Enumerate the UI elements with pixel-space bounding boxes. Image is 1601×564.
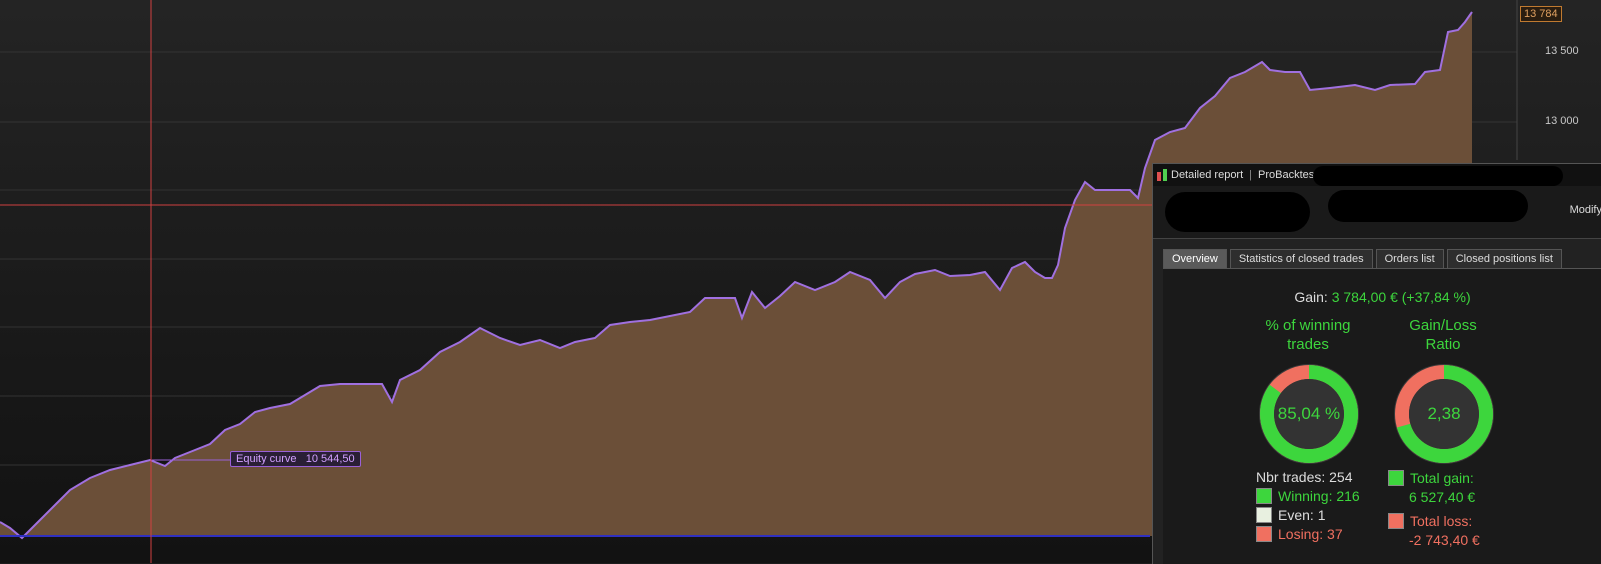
gain-line: Gain: 3 784,00 € (+37,84 %) bbox=[1163, 289, 1601, 305]
even-count: Even: 1 bbox=[1278, 507, 1326, 523]
redacted-area bbox=[1328, 190, 1528, 222]
modify-button[interactable]: Modify bbox=[1570, 204, 1601, 216]
title-separator: | bbox=[1249, 169, 1253, 181]
y-tick-label: 13 500 bbox=[1545, 45, 1579, 57]
winning-title-line: % of winning bbox=[1265, 317, 1351, 334]
ratio-title-line: Ratio bbox=[1425, 336, 1461, 353]
tab-statistics-closed-trades[interactable]: Statistics of closed trades bbox=[1229, 249, 1373, 270]
total-loss-row: Total loss: bbox=[1388, 513, 1472, 529]
gain-loss-ratio-value: 2,38 bbox=[1427, 404, 1461, 423]
total-loss-value: -2 743,40 € bbox=[1409, 532, 1480, 548]
winning-title-line: trades bbox=[1287, 336, 1329, 353]
winning-row: Winning: 216 bbox=[1256, 488, 1360, 504]
tab-overview[interactable]: Overview bbox=[1163, 249, 1227, 270]
losing-count: Losing: 37 bbox=[1278, 526, 1343, 542]
losing-row: Losing: 37 bbox=[1256, 526, 1343, 542]
tab-orders-list[interactable]: Orders list bbox=[1375, 249, 1444, 270]
gain-label: Gain: bbox=[1294, 289, 1328, 305]
nbr-trades: Nbr trades: 254 bbox=[1256, 469, 1353, 485]
green-square-icon bbox=[1256, 488, 1272, 504]
report-tabs: Overview Statistics of closed trades Ord… bbox=[1163, 249, 1562, 270]
tab-closed-positions-list[interactable]: Closed positions list bbox=[1446, 249, 1562, 270]
equity-tag-value: 10 544,50 bbox=[305, 453, 355, 465]
detailed-report-window[interactable]: Detailed report | ProBacktest Modify Ove… bbox=[1152, 163, 1601, 564]
red-square-icon bbox=[1388, 513, 1404, 529]
red-square-icon bbox=[1256, 526, 1272, 542]
report-subtitle: ProBacktest bbox=[1258, 169, 1318, 181]
gain-loss-ratio-title: Gain/Loss Ratio bbox=[1383, 316, 1503, 354]
last-value-badge: 13 784 bbox=[1520, 6, 1562, 22]
total-gain-row: Total gain: bbox=[1388, 470, 1474, 486]
winning-count: Winning: 216 bbox=[1278, 488, 1360, 504]
even-row: Even: 1 bbox=[1256, 507, 1325, 523]
report-title: Detailed report bbox=[1171, 169, 1244, 181]
total-gain-label: Total gain: bbox=[1410, 470, 1474, 486]
green-square-icon bbox=[1388, 470, 1404, 486]
equity-curve-tag: Equity curve 10 544,50 bbox=[230, 451, 361, 467]
total-loss-label: Total loss: bbox=[1410, 513, 1473, 529]
candlestick-icon bbox=[1157, 169, 1167, 181]
ratio-title-line: Gain/Loss bbox=[1409, 317, 1477, 334]
redacted-area bbox=[1313, 166, 1563, 186]
equity-tag-name: Equity curve bbox=[236, 453, 297, 465]
y-tick-label: 13 000 bbox=[1545, 115, 1579, 127]
total-gain-value: 6 527,40 € bbox=[1409, 489, 1476, 505]
gain-value: 3 784,00 € (+37,84 %) bbox=[1331, 289, 1471, 305]
winning-percent-value: 85,04 % bbox=[1277, 404, 1341, 423]
white-square-icon bbox=[1256, 507, 1272, 523]
redacted-area bbox=[1165, 192, 1310, 232]
overview-panel: Gain: 3 784,00 € (+37,84 %) % of winning… bbox=[1163, 268, 1601, 564]
winning-trades-title: % of winning trades bbox=[1248, 316, 1368, 354]
